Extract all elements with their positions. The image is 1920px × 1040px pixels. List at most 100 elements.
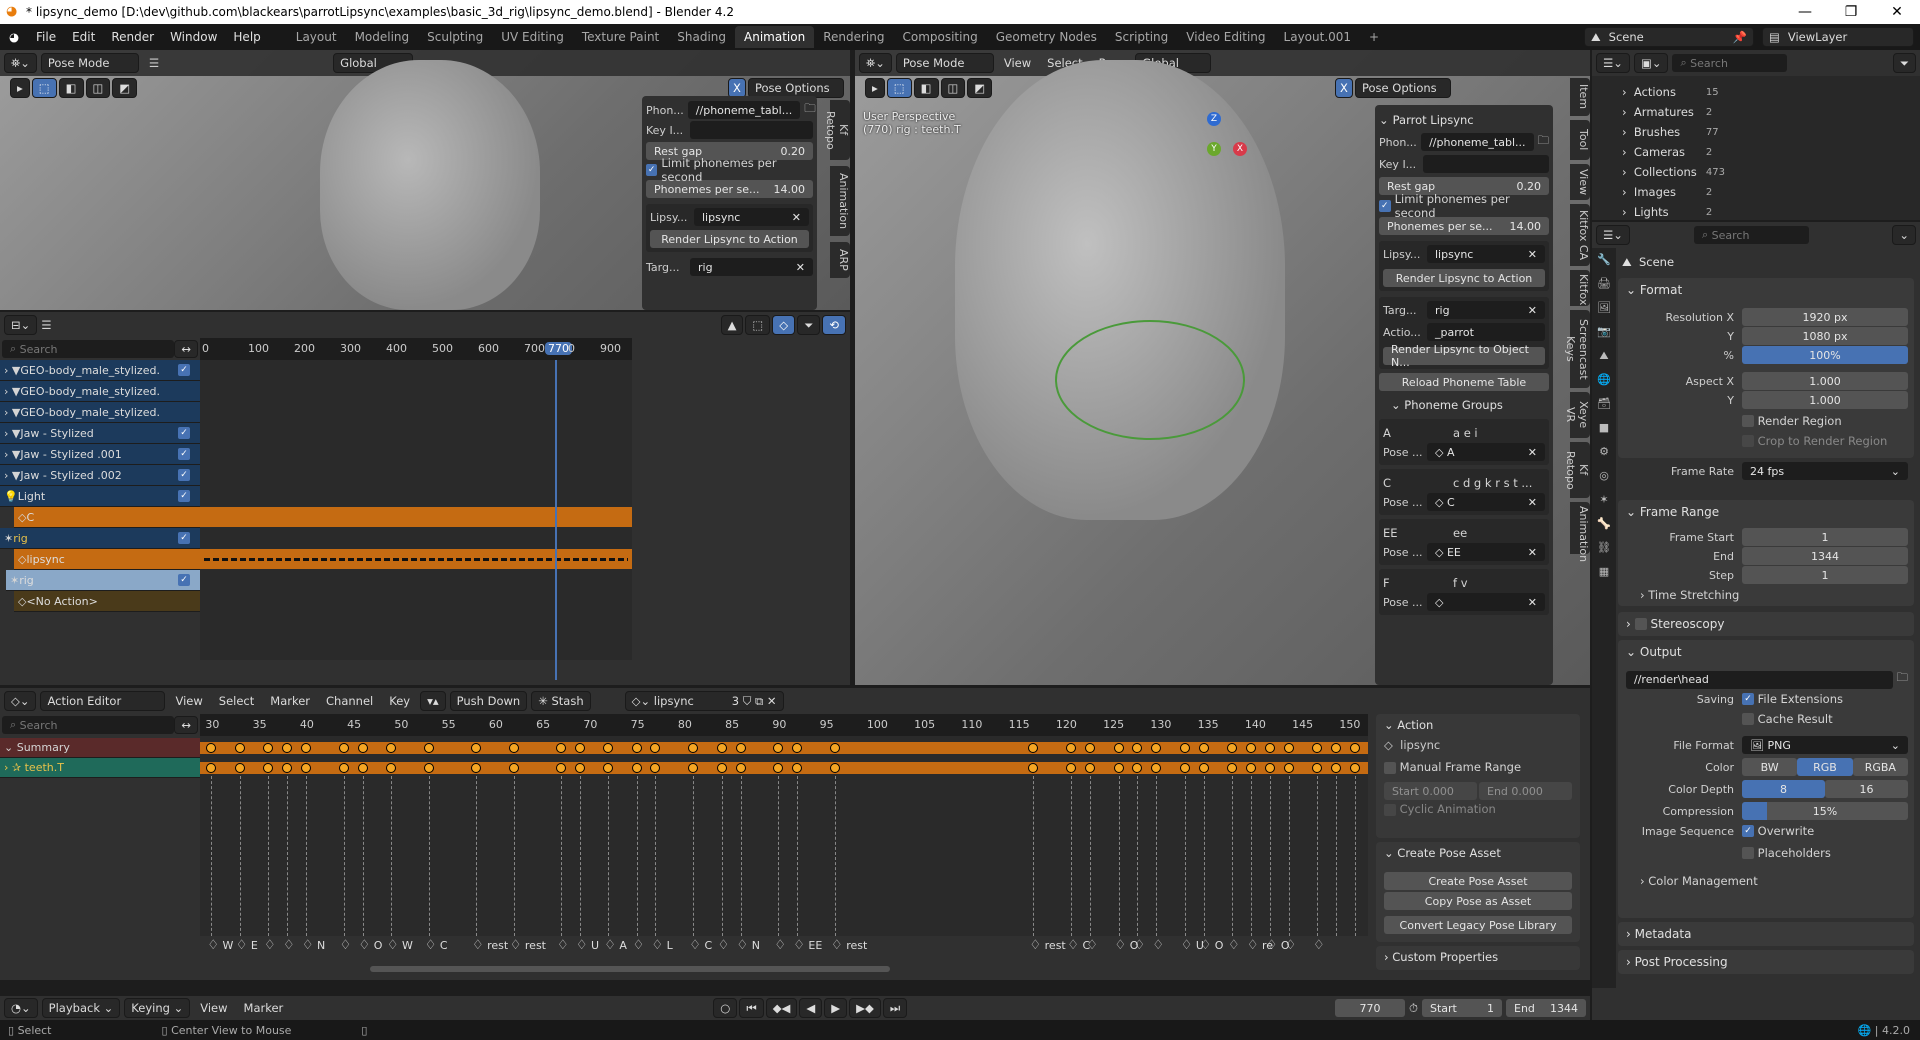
timeline-marker[interactable]: ♢ (1228, 938, 1243, 953)
metadata-panel[interactable]: › Metadata (1618, 922, 1914, 946)
placeholders-checkbox[interactable]: Placeholders (1742, 846, 1831, 860)
teeth-keyframe[interactable] (1245, 763, 1256, 773)
parrot-panel-header[interactable]: ⌄ Parrot Lipsync (1379, 109, 1549, 131)
timeline-marker[interactable]: ♢ E (236, 938, 258, 953)
timeline-marker[interactable]: ♢ U (576, 938, 599, 953)
action-search-input[interactable]: ⌕ Search (2, 716, 175, 734)
workspace-tab-layout-001[interactable]: Layout.001 (1275, 26, 1361, 48)
create-pose-asset-header[interactable]: ⌄ Create Pose Asset (1384, 846, 1572, 868)
timeline-marker[interactable]: ♢ (340, 938, 355, 953)
nla-box-icon[interactable]: ⬚ (745, 315, 771, 335)
phoneme-table-path[interactable]: //phoneme_tabl... (1421, 133, 1534, 151)
sidebar-tab-item[interactable]: Item (1570, 78, 1590, 116)
layer-down-button[interactable]: ▾▴ (420, 691, 446, 711)
timeline-marker[interactable]: ♢ rest (831, 938, 867, 953)
properties-tab-icon[interactable]: 🖨 (1592, 272, 1616, 296)
menu-file[interactable]: File (28, 30, 64, 44)
timeline-marker[interactable]: ♢ N (737, 938, 760, 953)
teeth-keyframe[interactable] (385, 763, 396, 773)
current-frame-field[interactable]: 770 (1335, 999, 1406, 1017)
clear-icon[interactable]: ✕ (1528, 546, 1537, 559)
nla-track-row[interactable]: ◇ <No Action> (14, 591, 200, 612)
summary-keyframe[interactable] (1179, 743, 1190, 753)
nla-track-row[interactable]: › ▼ Jaw - Stylized .001 ✓ (0, 444, 200, 465)
menu-view[interactable]: View (998, 53, 1037, 73)
nla-strip-area[interactable] (200, 360, 632, 660)
close-window-button[interactable]: ✕ (1874, 0, 1920, 24)
timeline-marker[interactable]: ♢ (1152, 938, 1167, 953)
workspace-tab-layout[interactable]: Layout (287, 26, 346, 48)
outliner-item-armatures[interactable]: › Armatures 2 (1592, 102, 1920, 122)
select-box-subtract-button[interactable]: ◫ (940, 78, 966, 98)
select-box-invert-button[interactable]: ◩ (112, 78, 138, 98)
teeth-keyframe[interactable] (555, 763, 566, 773)
properties-tab-icon[interactable]: ⛰ (1592, 344, 1616, 368)
menu-view[interactable]: View (169, 691, 208, 711)
overwrite-checkbox[interactable]: ✓ (1742, 825, 1754, 837)
play-reverse-button[interactable]: ◀ (799, 998, 823, 1018)
teeth-keyframe[interactable] (1283, 763, 1294, 773)
action-panel-header[interactable]: ⌄ Action (1384, 718, 1572, 738)
teeth-keyframe[interactable] (263, 763, 274, 773)
select-tool-button[interactable]: ▸ (10, 78, 30, 98)
summary-keyframe[interactable] (1349, 743, 1360, 753)
sidebar-tab-view[interactable]: View (1570, 164, 1590, 200)
end-frame-field[interactable]: End 1344 (1506, 999, 1586, 1017)
color-rgba-option[interactable]: RGBA (1852, 758, 1908, 776)
color-management-subpanel[interactable]: › Color Management (1640, 874, 1758, 888)
clear-icon[interactable]: ✕ (1528, 248, 1537, 261)
menu-channel[interactable]: Channel (320, 691, 379, 711)
file-extensions-checkbox[interactable]: ✓ (1742, 693, 1754, 705)
jump-prev-key-button[interactable]: ◆◀ (765, 998, 798, 1018)
track-enable-checkbox[interactable]: ✓ (178, 490, 190, 502)
timeline-marker[interactable]: ♢ EE (793, 938, 822, 953)
menu-render[interactable]: Render (103, 30, 162, 44)
properties-tab-icon[interactable]: 📷 (1592, 320, 1616, 344)
reload-phoneme-table-button[interactable]: Reload Phoneme Table (1379, 373, 1549, 391)
fake-user-icon[interactable]: ⛉ (743, 694, 752, 709)
nla-strip-lipsync[interactable] (200, 549, 632, 569)
workspace-tab-compositing[interactable]: Compositing (893, 26, 986, 48)
pose-action-field[interactable]: ◇ ✕ (1427, 593, 1545, 611)
teeth-keyframe[interactable] (830, 763, 841, 773)
editor-type-button[interactable]: ◇⌄ (4, 691, 37, 711)
properties-tab-icon[interactable]: 🔧 (1592, 248, 1616, 272)
nla-track-row[interactable]: 💡 Light ✓ (0, 486, 200, 507)
nla-action-icon[interactable]: ◇ (772, 315, 796, 335)
workspace-tab-shading[interactable]: Shading (668, 26, 735, 48)
track-enable-checkbox[interactable]: ✓ (178, 364, 190, 376)
sidebar-tab-kf-retopo[interactable]: Kf Retopo (1564, 442, 1590, 498)
track-enable-checkbox[interactable]: ✓ (178, 469, 190, 481)
time-stretching-subpanel[interactable]: › Time Stretching (1640, 588, 1739, 602)
phoneme-table-path[interactable]: //phoneme_tabl... (687, 101, 801, 119)
output-header[interactable]: ⌄ Output (1626, 640, 1682, 664)
teeth-keyframe[interactable] (1264, 763, 1275, 773)
nla-track-row[interactable]: ✶ rig ✓ (0, 528, 200, 549)
properties-tab-icon[interactable]: ▦ (1592, 560, 1616, 584)
workspace-tab-sculpting[interactable]: Sculpting (418, 26, 492, 48)
select-tool-button[interactable]: ▸ (865, 78, 885, 98)
properties-tab-icon[interactable]: ✶ (1592, 488, 1616, 512)
horizontal-scrollbar[interactable] (370, 966, 890, 972)
frame-rate-dropdown[interactable]: 24 fps ⌄ (1742, 462, 1908, 480)
summary-keyframe[interactable] (357, 743, 368, 753)
add-workspace-button[interactable]: + (1360, 26, 1388, 48)
workspace-tab-texture-paint[interactable]: Texture Paint (573, 26, 668, 48)
select-box-subtract-button[interactable]: ◫ (85, 78, 111, 98)
stash-button[interactable]: ✳ Stash (531, 691, 591, 711)
nla-select-icon[interactable]: ▲ (720, 315, 744, 335)
summary-keyframe[interactable] (1283, 743, 1294, 753)
menu-view[interactable]: View (194, 998, 233, 1018)
target-object-field[interactable]: rig ✕ (1427, 301, 1545, 319)
key-interpolation-dropdown[interactable] (690, 121, 813, 139)
lipsync-action-field[interactable]: lipsync ✕ (694, 208, 809, 226)
outliner-search-input[interactable]: ⌕ Search (1672, 54, 1788, 72)
properties-tab-icon[interactable]: 🖼 (1592, 296, 1616, 320)
outliner-item-brushes[interactable]: › Brushes 77 (1592, 122, 1920, 142)
nla-search-input[interactable]: ⌕ Search (2, 340, 175, 358)
teeth-keyframe[interactable] (574, 763, 585, 773)
properties-tab-icon[interactable]: 🦴 (1592, 512, 1616, 536)
menu-help[interactable]: Help (225, 30, 268, 44)
clear-icon[interactable]: ✕ (1528, 496, 1537, 509)
properties-tab-icon[interactable]: 🌐 (1592, 368, 1616, 392)
